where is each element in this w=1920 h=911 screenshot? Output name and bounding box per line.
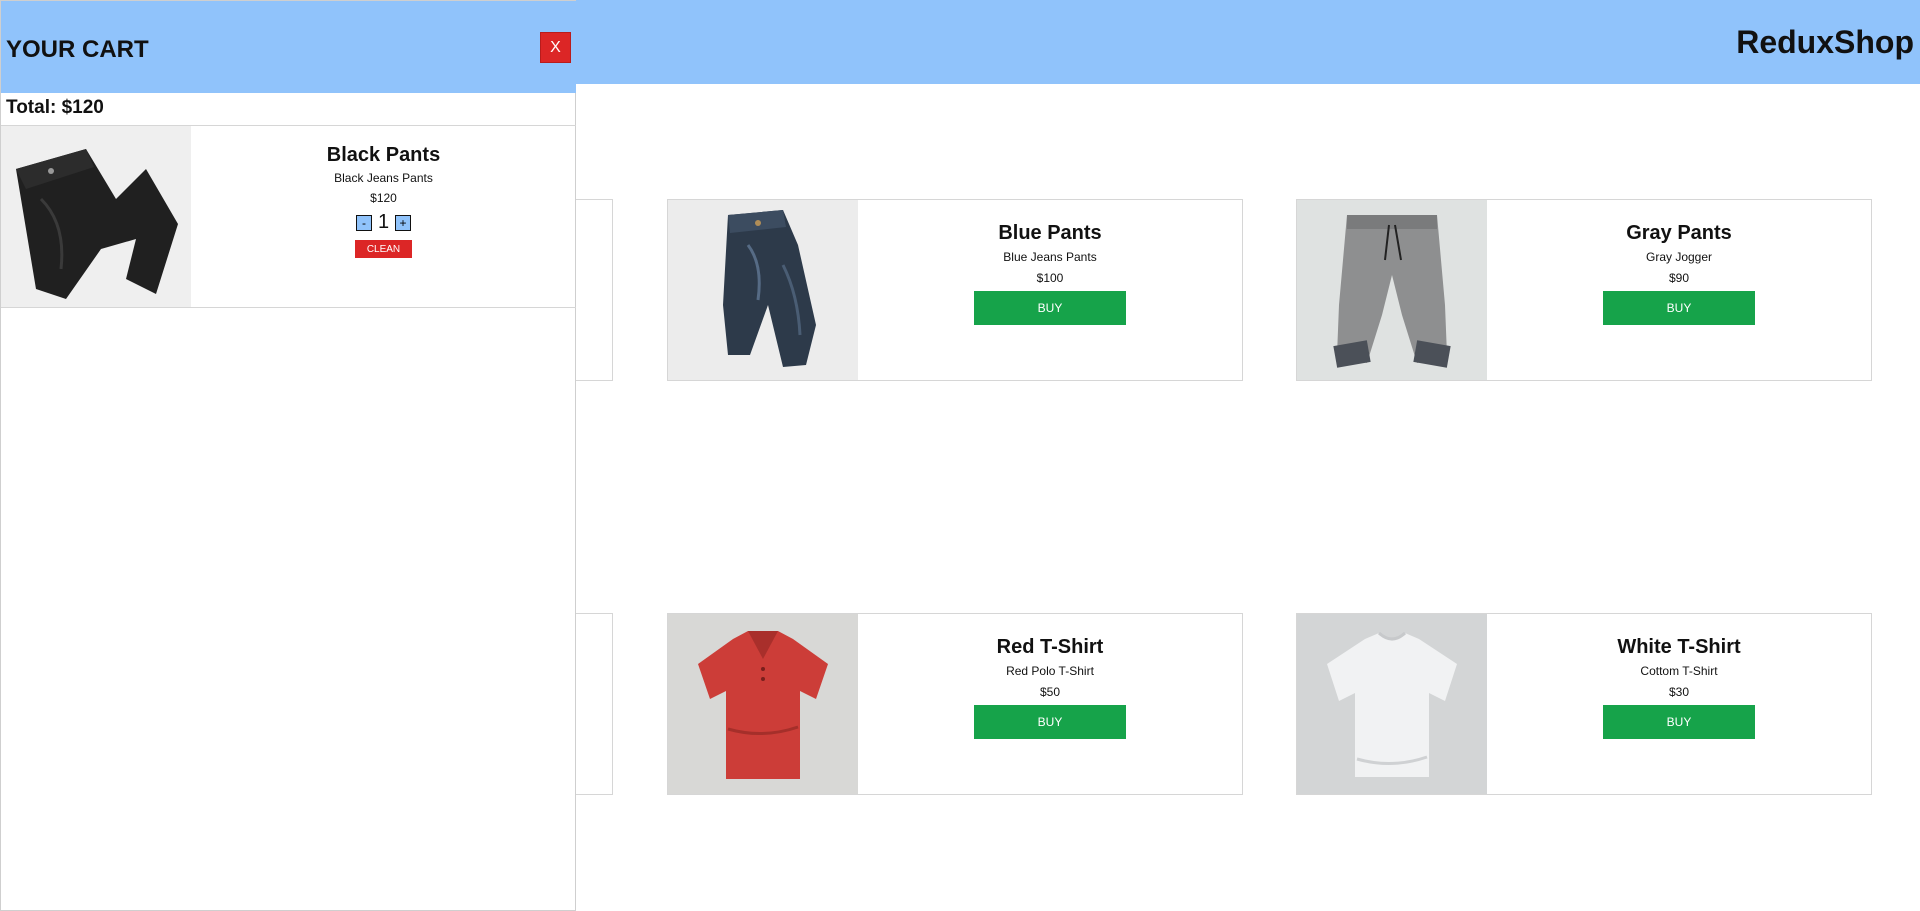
buy-button[interactable]: BUY — [974, 705, 1126, 739]
cart-title: YOUR CART — [6, 36, 149, 63]
cart-item-price: $120 — [370, 191, 397, 205]
product-name: Gray Pants — [1626, 222, 1732, 244]
cart-total: Total: $120 — [6, 97, 104, 118]
blue-jeans-icon — [668, 200, 858, 380]
product-description: Blue Jeans Pants — [1003, 250, 1097, 264]
buy-button[interactable]: BUY — [1603, 705, 1755, 739]
product-price: $30 — [1668, 685, 1690, 699]
buy-button[interactable]: BUY — [1603, 291, 1755, 325]
product-price: $90 — [1668, 271, 1690, 285]
product-price: $50 — [1039, 685, 1061, 699]
product-name: Blue Pants — [998, 222, 1102, 244]
brand-title: ReduxShop — [1736, 24, 1914, 60]
product-description: Red Polo T-Shirt — [1006, 664, 1094, 678]
cart-item: Black Pants Black Jeans Pants $120 - 1 +… — [1, 125, 576, 308]
close-cart-button[interactable]: X — [540, 32, 571, 63]
cart-item-name: Black Pants — [326, 144, 441, 166]
product-card-hidden — [573, 613, 613, 795]
increase-quantity-button[interactable]: + — [395, 214, 412, 231]
clean-item-button[interactable]: CLEAN — [355, 240, 412, 258]
cart-header: YOUR CART X — [1, 1, 576, 93]
product-card: Blue Pants Blue Jeans Pants $100 BUY — [667, 199, 1243, 381]
product-card: White T-Shirt Cottom T-Shirt $30 BUY — [1296, 613, 1872, 795]
quantity-value: 1 — [377, 211, 390, 233]
product-price: $100 — [1036, 271, 1064, 285]
red-polo-icon — [668, 614, 858, 794]
product-description: Gray Jogger — [1645, 250, 1713, 264]
product-name: Red T-Shirt — [996, 636, 1104, 658]
product-card: Red T-Shirt Red Polo T-Shirt $50 BUY — [667, 613, 1243, 795]
black-jeans-icon — [1, 126, 191, 307]
white-tshirt-icon — [1297, 614, 1487, 794]
gray-jogger-icon — [1297, 200, 1487, 380]
product-description: Cottom T-Shirt — [1640, 664, 1718, 678]
cart-drawer: YOUR CART X Total: $120 Black Pants Blac… — [0, 0, 576, 911]
product-name: White T-Shirt — [1617, 636, 1741, 658]
quantity-stepper: - 1 + — [355, 211, 412, 234]
cart-item-description: Black Jeans Pants — [334, 171, 433, 185]
buy-button[interactable]: BUY — [974, 291, 1126, 325]
product-card: Gray Pants Gray Jogger $90 BUY — [1296, 199, 1872, 381]
product-card-hidden — [573, 199, 613, 381]
decrease-quantity-button[interactable]: - — [355, 214, 372, 231]
